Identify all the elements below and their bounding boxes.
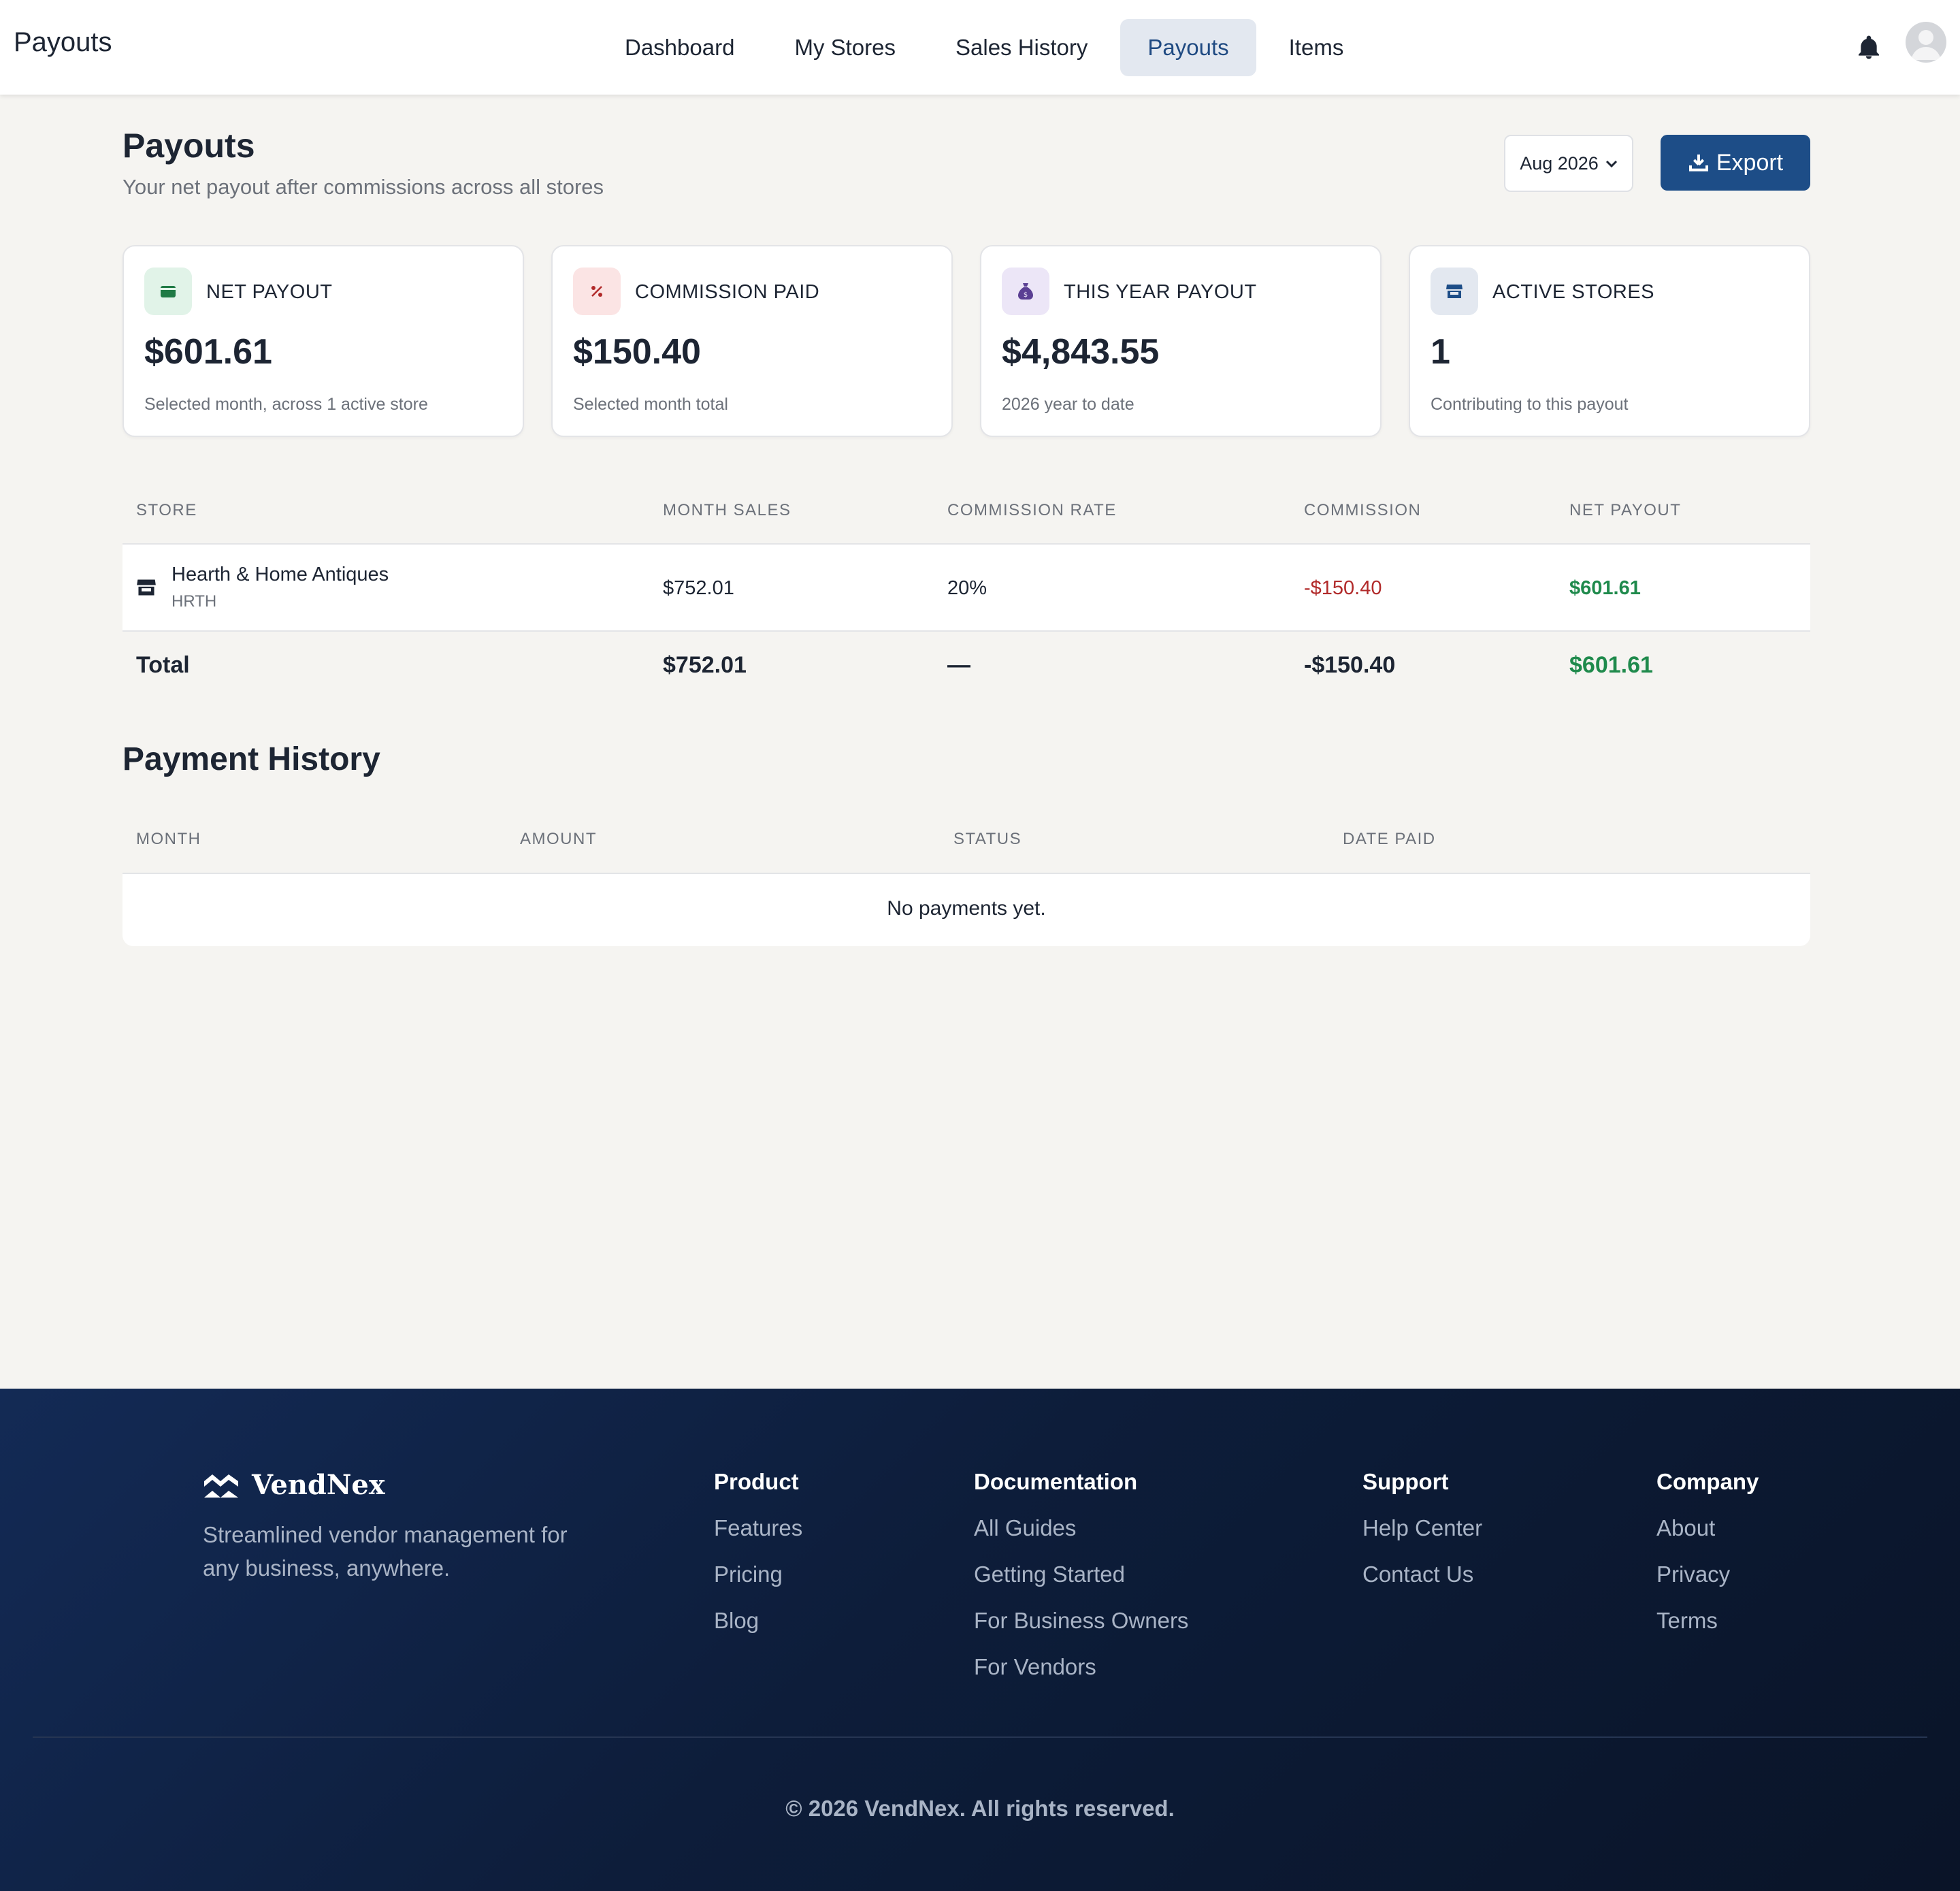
download-icon	[1688, 155, 1708, 172]
stat-label: THIS YEAR PAYOUT	[1064, 281, 1257, 303]
footer-col-company: Company About Privacy Terms	[1656, 1469, 1759, 1654]
total-commission: -$150.40	[1304, 652, 1396, 678]
vendnex-logo-icon	[204, 1474, 238, 1498]
col-header-net-payout: NET PAYOUT	[1569, 501, 1682, 519]
payment-history-title: Payment History	[122, 741, 380, 777]
svg-text:$: $	[1024, 291, 1028, 299]
store-code: HRTH	[172, 592, 217, 611]
stat-card-this-year-payout: $ THIS YEAR PAYOUT $4,843.55 2026 year t…	[980, 245, 1382, 437]
stat-value: 1	[1431, 332, 1450, 372]
footer-link-about[interactable]: About	[1656, 1515, 1759, 1562]
footer-link-privacy[interactable]: Privacy	[1656, 1562, 1759, 1608]
footer-heading: Support	[1362, 1469, 1449, 1494]
footer-tagline: Streamlined vendor management for any bu…	[203, 1522, 568, 1581]
col-header-status: STATUS	[953, 830, 1022, 848]
stat-card-commission-paid: COMMISSION PAID $150.40 Selected month t…	[551, 245, 953, 437]
col-header-commission-rate: COMMISSION RATE	[947, 501, 1117, 519]
stat-value: $601.61	[144, 332, 272, 372]
bell-icon[interactable]	[1855, 34, 1882, 61]
month-select[interactable]: Aug 2026	[1504, 135, 1633, 192]
export-button[interactable]: Export	[1661, 135, 1810, 191]
footer-link-getting-started[interactable]: Getting Started	[974, 1562, 1188, 1608]
col-header-month: MONTH	[136, 830, 201, 848]
stat-label: NET PAYOUT	[206, 281, 333, 303]
empty-message: No payments yet.	[887, 897, 1046, 920]
month-sales-cell: $752.01	[663, 577, 734, 599]
commission-cell: -$150.40	[1304, 577, 1382, 599]
wallet-icon	[144, 268, 192, 315]
footer-heading: Company	[1656, 1469, 1759, 1494]
footer-link-business-owners[interactable]: For Business Owners	[974, 1608, 1188, 1654]
stat-card-active-stores: ACTIVE STORES 1 Contributing to this pay…	[1409, 245, 1810, 437]
nav-payouts[interactable]: Payouts	[1120, 19, 1256, 76]
col-header-month-sales: MONTH SALES	[663, 501, 791, 519]
footer-col-documentation: Documentation All Guides Getting Started…	[974, 1469, 1188, 1700]
export-label: Export	[1716, 149, 1784, 176]
month-select-value: Aug 2026	[1520, 152, 1599, 174]
empty-state: No payments yet.	[122, 874, 1810, 946]
avatar[interactable]	[1906, 22, 1946, 63]
footer-col-support: Support Help Center Contact Us	[1362, 1469, 1482, 1608]
footer: VendNex Streamlined vendor management fo…	[0, 1389, 1960, 1891]
store-icon	[136, 577, 157, 601]
footer-link-contact-us[interactable]: Contact Us	[1362, 1562, 1482, 1608]
footer-copyright: © 2026 VendNex. All rights reserved.	[785, 1796, 1175, 1821]
table-row[interactable]: Hearth & Home Antiques HRTH $752.01 20% …	[122, 545, 1810, 631]
total-net-payout: $601.61	[1569, 652, 1653, 678]
footer-brand-name: VendNex	[252, 1469, 385, 1501]
page-title: Payouts	[122, 127, 255, 165]
stat-value: $4,843.55	[1002, 332, 1160, 372]
footer-link-help-center[interactable]: Help Center	[1362, 1515, 1482, 1562]
total-month-sales: $752.01	[663, 652, 747, 678]
footer-col-product: Product Features Pricing Blog	[714, 1469, 802, 1654]
store-icon	[1431, 268, 1478, 315]
main-nav: Dashboard My Stores Sales History Payout…	[598, 19, 1376, 76]
store-name: Hearth & Home Antiques	[172, 564, 389, 585]
col-header-amount: AMOUNT	[520, 830, 597, 848]
stat-value: $150.40	[573, 332, 701, 372]
money-bag-icon: $	[1002, 268, 1049, 315]
col-header-date-paid: DATE PAID	[1343, 830, 1436, 848]
top-navbar: Payouts Dashboard My Stores Sales Histor…	[0, 0, 1960, 95]
stat-card-net-payout: NET PAYOUT $601.61 Selected month, acros…	[122, 245, 524, 437]
footer-heading: Documentation	[974, 1469, 1138, 1494]
stat-note: 2026 year to date	[1002, 395, 1134, 414]
stat-label: COMMISSION PAID	[635, 281, 820, 303]
total-label: Total	[136, 652, 190, 678]
nav-sales-history[interactable]: Sales History	[928, 19, 1115, 76]
nav-my-stores[interactable]: My Stores	[767, 19, 923, 76]
stat-note: Contributing to this payout	[1431, 395, 1629, 414]
nav-items[interactable]: Items	[1262, 19, 1371, 76]
stat-note: Selected month, across 1 active store	[144, 395, 428, 414]
footer-link-vendors[interactable]: For Vendors	[974, 1654, 1188, 1700]
footer-logo[interactable]: VendNex	[203, 1469, 385, 1501]
stat-label: ACTIVE STORES	[1492, 281, 1655, 303]
stat-note: Selected month total	[573, 395, 728, 414]
footer-link-features[interactable]: Features	[714, 1515, 802, 1562]
footer-divider	[33, 1736, 1927, 1738]
col-header-commission: COMMISSION	[1304, 501, 1422, 519]
app-title: Payouts	[14, 27, 112, 57]
footer-link-blog[interactable]: Blog	[714, 1608, 802, 1654]
percent-icon	[573, 268, 621, 315]
net-payout-cell: $601.61	[1569, 577, 1641, 599]
footer-link-all-guides[interactable]: All Guides	[974, 1515, 1188, 1562]
footer-link-terms[interactable]: Terms	[1656, 1608, 1759, 1654]
footer-link-pricing[interactable]: Pricing	[714, 1562, 802, 1608]
footer-heading: Product	[714, 1469, 799, 1494]
nav-dashboard[interactable]: Dashboard	[598, 19, 762, 76]
col-header-store: STORE	[136, 501, 197, 519]
total-rate: —	[947, 652, 970, 678]
commission-rate-cell: 20%	[947, 577, 987, 599]
chevron-down-icon	[1605, 155, 1618, 172]
table-divider	[122, 630, 1810, 632]
page-subtitle: Your net payout after commissions across…	[122, 175, 604, 199]
